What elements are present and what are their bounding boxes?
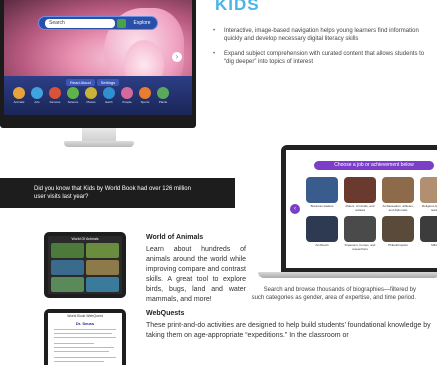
world-of-animals-body: Learn about hundreds of animals around t… — [146, 246, 246, 303]
kids-monitor: Search Explore › Read Aloud Settings Ani… — [0, 0, 196, 128]
category-icon — [85, 87, 97, 99]
text-line — [54, 329, 116, 330]
category-label: Places — [86, 100, 96, 104]
stat-callout: Did you know that Kids by World Book had… — [0, 178, 235, 208]
kids-category-button[interactable]: Science — [66, 87, 80, 104]
kids-category-button[interactable]: Sports — [138, 87, 152, 104]
kids-feature-item: Interactive, image-based navigation help… — [213, 27, 428, 43]
document-title: Dr. Seuss — [75, 321, 95, 326]
category-label: Military — [431, 243, 437, 247]
search-button[interactable] — [117, 19, 126, 28]
biography-category[interactable]: Philanthropists — [382, 216, 414, 251]
category-photo — [382, 216, 414, 242]
kids-search-bar: Search Explore — [38, 16, 158, 30]
category-photo — [420, 177, 437, 203]
laptop-base — [258, 272, 437, 278]
category-label: People — [122, 100, 132, 104]
explore-button[interactable]: Explore — [129, 19, 155, 28]
world-of-animals-title: World of Animals — [146, 234, 204, 241]
text-line — [54, 337, 116, 338]
kids-heading: KIDS — [215, 0, 260, 14]
category-label: Architects — [315, 243, 329, 247]
biography-category[interactable]: Business leaders — [306, 177, 338, 212]
previous-arrow-icon[interactable]: ‹ — [290, 204, 300, 214]
kids-category-button[interactable]: Plants — [156, 87, 170, 104]
animal-tile — [51, 260, 84, 275]
search-input[interactable]: Search — [45, 19, 115, 28]
kids-feature-list: Interactive, image-based navigation help… — [213, 27, 428, 73]
biographies-laptop: Choose a job or achievement below ‹ Busi… — [281, 145, 437, 273]
biography-category[interactable]: Ambassadors, athletes, and diplomats — [382, 177, 414, 212]
monitor-stand-base — [64, 141, 134, 147]
category-label: Earth — [105, 100, 113, 104]
category-icon — [49, 87, 61, 99]
category-label: Religious figures and leaders — [421, 204, 437, 212]
category-icon — [121, 87, 133, 99]
category-label: Science — [67, 100, 79, 104]
choose-banner: Choose a job or achievement below — [314, 161, 434, 170]
category-icon — [13, 87, 25, 99]
text-line — [54, 361, 104, 362]
animal-tile — [51, 277, 84, 292]
text-line — [54, 357, 116, 358]
kids-category-button[interactable]: Famous — [48, 87, 62, 104]
animal-tile — [51, 243, 84, 258]
category-label: Dreamers, heroes, and researchers — [344, 243, 376, 251]
kids-feature-item: Expand subject comprehension with curate… — [213, 50, 428, 66]
biographies-screen: Choose a job or achievement below ‹ Busi… — [286, 150, 437, 268]
category-photo — [420, 216, 437, 242]
text-line — [54, 351, 109, 352]
category-icon — [139, 87, 151, 99]
animal-tile — [86, 243, 119, 258]
monitor-stand-neck — [82, 128, 116, 142]
category-photo — [344, 177, 376, 203]
category-label: Sports — [140, 100, 150, 104]
category-photo — [306, 177, 338, 203]
tablet-title: World Of Animals — [71, 237, 99, 241]
category-label: Philanthropists — [388, 243, 408, 247]
category-photo — [382, 177, 414, 203]
next-arrow-icon[interactable]: › — [172, 52, 182, 62]
tab-read-aloud[interactable]: Read Aloud — [66, 79, 95, 86]
category-label: Ambassadors, athletes, and diplomats — [382, 204, 414, 212]
biography-category[interactable]: Architects — [306, 216, 338, 251]
kids-category-button[interactable]: Animals — [12, 87, 26, 104]
kids-screen: Search Explore › Read Aloud Settings Ani… — [4, 0, 192, 115]
category-photo — [306, 216, 338, 242]
category-photo — [344, 216, 376, 242]
world-of-animals-tablet: World Of Animals — [44, 232, 126, 298]
category-label: Plants — [158, 100, 168, 104]
biography-category[interactable]: Rulers, criminals, and outlaws — [344, 177, 376, 212]
biography-category[interactable]: Military — [420, 216, 437, 251]
biographies-caption: Search and browse thousands of biographi… — [251, 287, 416, 301]
webquests-tablet: World Book WebQuest Dr. Seuss — [44, 309, 126, 365]
kids-category-button[interactable]: Earth — [102, 87, 116, 104]
category-label: Rulers, criminals, and outlaws — [345, 204, 375, 212]
kids-category-strip: Read Aloud Settings Animals Arts Famous Sci… — [4, 76, 192, 115]
category-label: Business leaders — [310, 204, 334, 208]
category-label: Animals — [13, 100, 25, 104]
webquests-title: WebQuests — [146, 310, 185, 317]
category-icon — [157, 87, 169, 99]
tablet-title: World Book WebQuest — [67, 314, 103, 318]
category-label: Famous — [49, 100, 61, 104]
tab-settings[interactable]: Settings — [96, 79, 120, 86]
category-icon — [31, 87, 43, 99]
biography-category[interactable]: Religious figures and leaders — [420, 177, 437, 212]
animal-tile — [86, 260, 119, 275]
kids-category-button[interactable]: Arts — [30, 87, 44, 104]
text-line — [54, 347, 114, 348]
category-icon — [67, 87, 79, 99]
animal-tile — [86, 277, 119, 292]
kids-category-button[interactable]: Places — [84, 87, 98, 104]
text-line — [54, 343, 94, 344]
category-label: Arts — [34, 100, 40, 104]
biography-category[interactable]: Dreamers, heroes, and researchers — [344, 216, 376, 251]
kids-category-button[interactable]: People — [120, 87, 134, 104]
text-line — [54, 333, 112, 334]
category-icon — [103, 87, 115, 99]
webquests-body: These print-and-do activities are design… — [146, 322, 431, 339]
